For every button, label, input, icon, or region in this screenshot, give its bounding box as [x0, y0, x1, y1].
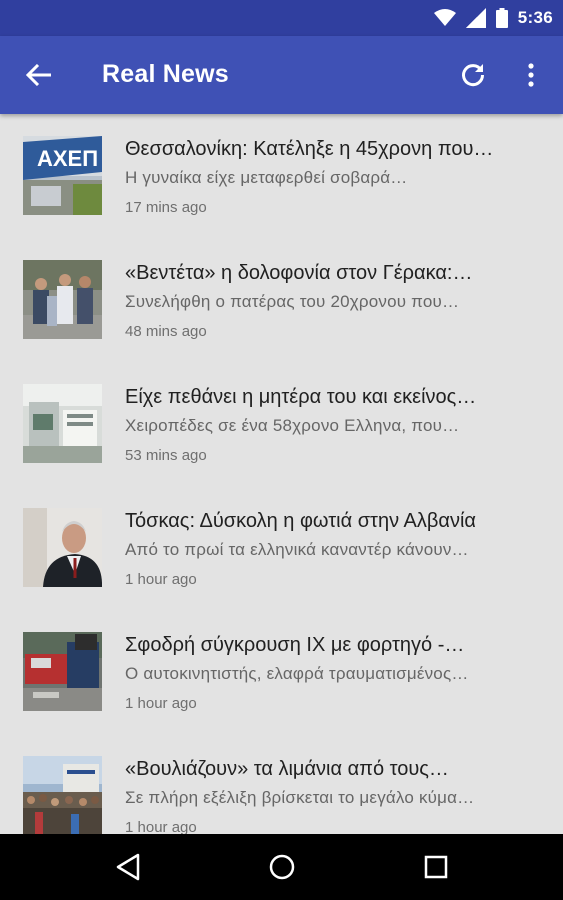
app-title: Real News	[102, 60, 229, 88]
news-summary: Χειροπέδες σε ένα 58χρονο Ελληνα, που…	[125, 416, 460, 435]
news-time: 1 hour ago	[125, 819, 197, 834]
news-time: 48 mins ago	[125, 323, 207, 340]
news-headline: Είχε πεθάνει η μητέρα του και εκείνος…	[125, 386, 477, 408]
news-headline: «Βουλιάζουν» τα λιμάνια από τους…	[125, 758, 449, 780]
news-summary: Σε πλήρη εξέλιξη βρίσκεται το μεγάλο κύμ…	[125, 788, 475, 807]
news-time: 1 hour ago	[125, 571, 197, 588]
news-item[interactable]: Τόσκας: Δύσκολη η φωτιά στην Αλβανία Από…	[0, 486, 563, 610]
app-toolbar: Real News	[0, 36, 563, 114]
car-crash-image	[23, 632, 102, 711]
news-time: 17 mins ago	[125, 199, 207, 216]
more-vert-icon[interactable]	[516, 58, 546, 92]
news-time: 1 hour ago	[125, 695, 197, 712]
battery-icon	[495, 8, 508, 28]
wifi-icon	[433, 9, 456, 27]
news-headline: Σφοδρή σύγκρουση ΙΧ με φορτηγό -…	[125, 634, 465, 656]
news-headline: «Βεντέτα» η δολοφονία στον Γέρακα:…	[125, 262, 473, 284]
store-front-image: ΑΧΕΠ	[23, 136, 102, 215]
news-time: 53 mins ago	[125, 447, 207, 464]
system-nav-bar	[0, 834, 563, 900]
news-summary: Ο αυτοκινητιστής, ελαφρά τραυματισμένος…	[125, 664, 469, 683]
news-item[interactable]: Είχε πεθάνει η μητέρα του και εκείνος… Χ…	[0, 362, 563, 486]
nav-recents-icon[interactable]	[419, 850, 453, 884]
news-item[interactable]: ΑΧΕΠ Θεσσαλονίκη: Κατέληξε η 45χρονη που…	[0, 114, 563, 238]
status-bar: 5:36	[0, 0, 563, 36]
man-portrait-image	[23, 508, 102, 587]
nav-home-icon[interactable]	[265, 850, 299, 884]
news-summary: Συνελήφθη ο πατέρας του 20χρονου που…	[125, 292, 460, 311]
news-summary: Η γυναίκα είχε μεταφερθεί σοβαρά…	[125, 168, 408, 187]
news-item[interactable]: Σφοδρή σύγκρουση ΙΧ με φορτηγό -… Ο αυτο…	[0, 610, 563, 734]
back-arrow-icon[interactable]	[22, 58, 56, 92]
building-interior-image	[23, 384, 102, 463]
status-time: 5:36	[517, 8, 553, 27]
harbor-crowd-image	[23, 756, 102, 834]
svg-text:ΑΧΕΠ: ΑΧΕΠ	[37, 146, 98, 171]
nav-back-icon[interactable]	[111, 850, 145, 884]
news-headline: Θεσσαλονίκη: Κατέληξε η 45χρονη που…	[125, 138, 494, 160]
news-list[interactable]: ΑΧΕΠ Θεσσαλονίκη: Κατέληξε η 45χρονη που…	[0, 114, 563, 834]
refresh-icon[interactable]	[456, 58, 490, 92]
people-street-image	[23, 260, 102, 339]
cellular-signal-icon	[465, 8, 486, 28]
news-headline: Τόσκας: Δύσκολη η φωτιά στην Αλβανία	[125, 510, 476, 532]
news-summary: Από το πρωί τα ελληνικά καναντέρ κάνουν…	[125, 540, 469, 559]
news-item[interactable]: «Βουλιάζουν» τα λιμάνια από τους… Σε πλή…	[0, 734, 563, 834]
news-item[interactable]: «Βεντέτα» η δολοφονία στον Γέρακα:… Συνε…	[0, 238, 563, 362]
